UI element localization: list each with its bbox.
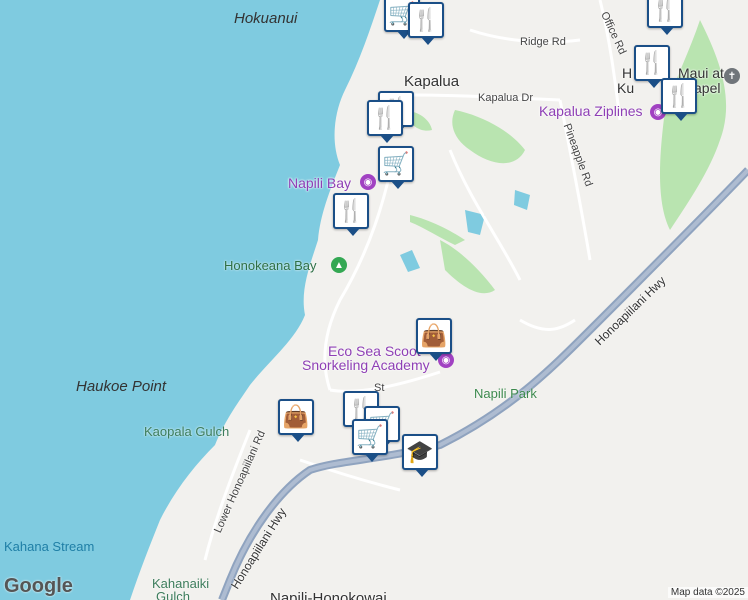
- golf-course: [452, 110, 525, 164]
- park-icon: ▲: [331, 257, 347, 273]
- lake: [400, 250, 420, 272]
- fork-knife-icon[interactable]: 🍴: [634, 45, 670, 88]
- ocean: [0, 0, 380, 600]
- poi-label-hotel-ku[interactable]: Ku: [617, 80, 634, 96]
- fork-knife-icon[interactable]: 🍴: [647, 0, 683, 35]
- golf-course: [410, 215, 465, 245]
- place-label-haukoe-point: Haukoe Point: [76, 378, 167, 395]
- google-logo: Google: [4, 575, 73, 597]
- shopping-cart-icon[interactable]: 🛒: [378, 146, 414, 189]
- map-canvas[interactable]: Hokuanui Kapalua Haukoe Point Napili Par…: [0, 0, 748, 600]
- place-label-kapalua: Kapalua: [404, 73, 460, 90]
- camera-icon[interactable]: ◉: [360, 174, 376, 190]
- map-attribution[interactable]: Map data ©2025: [667, 587, 748, 598]
- golf-course: [440, 240, 495, 294]
- water-label-kahana-stream: Kahana Stream: [4, 539, 95, 554]
- fork-knife-icon[interactable]: 🍴: [333, 193, 369, 236]
- water-label-honokeana-bay: Honokeana Bay: [224, 258, 317, 273]
- road-label-ridge: Ridge Rd: [520, 36, 566, 48]
- poi-label-hotel-apel[interactable]: apel: [694, 80, 720, 96]
- poi-label-hotel-h[interactable]: H: [622, 65, 632, 81]
- road-label-kapalua-dr: Kapalua Dr: [478, 92, 534, 104]
- graduation-cap-icon[interactable]: 🎓: [402, 434, 438, 477]
- place-label-napili-park: Napili Park: [474, 386, 537, 401]
- poi-label-eco-sea-2[interactable]: Snorkeling Academy: [302, 357, 430, 373]
- place-label-napili-honokowai: Napili-Honokowai: [270, 590, 387, 600]
- gulch-label-kahanaiki-2: Gulch: [156, 589, 190, 600]
- place-label-hokuanui: Hokuanui: [234, 10, 298, 27]
- gulch-label-kaopala: Kaopala Gulch: [144, 424, 230, 439]
- shopping-bag-icon[interactable]: 👜: [278, 399, 314, 442]
- shopping-bag-icon[interactable]: 👜: [416, 318, 452, 361]
- cross-icon: ✝: [724, 68, 740, 84]
- fork-knife-icon[interactable]: 🍴: [661, 78, 697, 121]
- poi-label-kapalua-ziplines[interactable]: Kapalua Ziplines: [539, 103, 643, 119]
- poi-label-napili-bay[interactable]: Napili Bay: [288, 175, 351, 191]
- fork-knife-icon[interactable]: 🍴: [408, 2, 444, 45]
- lake: [514, 190, 530, 210]
- fork-knife-icon[interactable]: 🍴: [367, 100, 403, 143]
- shopping-cart-icon[interactable]: 🛒: [352, 419, 388, 462]
